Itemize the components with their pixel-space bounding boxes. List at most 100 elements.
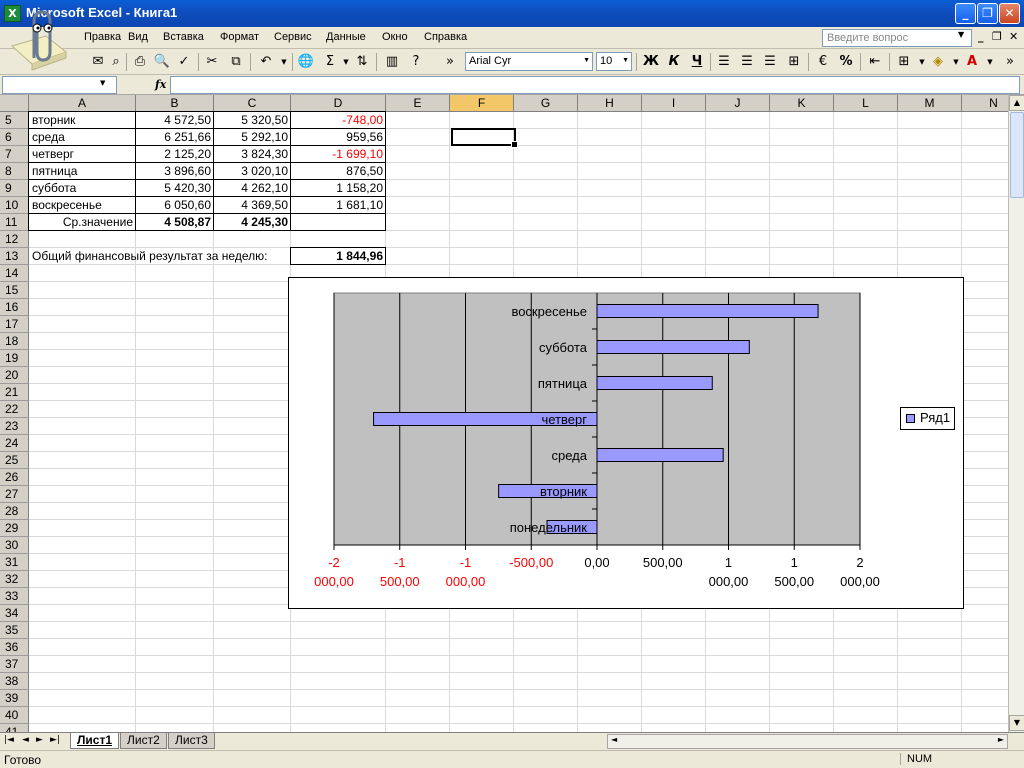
- row-header-24[interactable]: 24: [0, 435, 29, 452]
- tab-sheet3[interactable]: Лист3: [168, 733, 215, 749]
- row-header-18[interactable]: 18: [0, 333, 29, 350]
- row-header-39[interactable]: 39: [0, 690, 29, 707]
- cell-average-expense[interactable]: 4 245,30: [214, 214, 291, 231]
- cell-income[interactable]: 6 251,66: [136, 129, 214, 146]
- column-header-b[interactable]: B: [136, 95, 214, 112]
- font-size-select[interactable]: 10 ▼: [596, 52, 632, 71]
- column-header-c[interactable]: C: [214, 95, 291, 112]
- active-cell-selection[interactable]: [451, 128, 518, 148]
- select-all-corner[interactable]: [0, 95, 29, 112]
- row-header-37[interactable]: 37: [0, 656, 29, 673]
- cell-expense[interactable]: 5 292,10: [214, 129, 291, 146]
- column-header-a[interactable]: A: [29, 95, 136, 112]
- minimize-button[interactable]: _: [955, 3, 976, 24]
- first-sheet-icon[interactable]: |◄: [4, 735, 14, 745]
- row-header-13[interactable]: 13: [0, 248, 29, 265]
- column-header-e[interactable]: E: [386, 95, 450, 112]
- row-header-31[interactable]: 31: [0, 554, 29, 571]
- row-header-41[interactable]: 41: [0, 724, 29, 732]
- office-assistant-icon[interactable]: [6, 6, 70, 78]
- cell-income[interactable]: 6 050,60: [136, 197, 214, 214]
- cell-total-label[interactable]: Общий финансовый результат за неделю:: [29, 248, 291, 265]
- column-header-j[interactable]: J: [706, 95, 770, 112]
- restore-button[interactable]: ❐: [977, 3, 998, 24]
- row-header-15[interactable]: 15: [0, 282, 29, 299]
- row-header-23[interactable]: 23: [0, 418, 29, 435]
- column-header-d[interactable]: D: [291, 95, 386, 112]
- copy-icon[interactable]: ⧉: [226, 52, 246, 72]
- cell-average-label[interactable]: Ср.значение: [29, 214, 136, 231]
- row-header-29[interactable]: 29: [0, 520, 29, 537]
- cell-expense[interactable]: 4 369,50: [214, 197, 291, 214]
- vertical-scrollbar[interactable]: ▲ ▼: [1008, 95, 1024, 732]
- formula-input[interactable]: [170, 76, 1020, 94]
- column-header-k[interactable]: K: [770, 95, 834, 112]
- cell-expense[interactable]: 3 824,30: [214, 146, 291, 163]
- insert-function-icon[interactable]: fx: [155, 78, 166, 91]
- cell-result[interactable]: 959,56: [291, 129, 386, 146]
- menu-window[interactable]: Окно: [382, 31, 408, 43]
- borders-icon[interactable]: ⊞: [894, 52, 914, 72]
- tab-sheet1[interactable]: Лист1: [70, 733, 120, 749]
- prev-sheet-icon[interactable]: ◄: [22, 735, 29, 745]
- column-header-m[interactable]: M: [898, 95, 962, 112]
- column-header-g[interactable]: G: [514, 95, 578, 112]
- underline-button[interactable]: Ч: [687, 52, 707, 72]
- cell-day[interactable]: среда: [29, 129, 136, 146]
- row-header-32[interactable]: 32: [0, 571, 29, 588]
- menu-tools[interactable]: Сервис: [274, 31, 312, 43]
- cut-icon[interactable]: ✂: [202, 52, 222, 72]
- hyperlink-icon[interactable]: 🌐: [296, 52, 316, 72]
- row-header-38[interactable]: 38: [0, 673, 29, 690]
- column-header-f[interactable]: F: [450, 95, 514, 112]
- chevron-down-icon[interactable]: ▼: [980, 52, 1000, 72]
- decrease-indent-icon[interactable]: ⇤: [865, 52, 885, 72]
- menu-edit[interactable]: Правка: [84, 31, 121, 43]
- row-header-22[interactable]: 22: [0, 401, 29, 418]
- row-header-36[interactable]: 36: [0, 639, 29, 656]
- column-header-n[interactable]: N: [962, 95, 1008, 112]
- column-header-l[interactable]: L: [834, 95, 898, 112]
- row-header-17[interactable]: 17: [0, 316, 29, 333]
- column-header-h[interactable]: H: [578, 95, 642, 112]
- scroll-down-icon[interactable]: ▼: [1009, 715, 1024, 731]
- search-icon[interactable]: ⌕: [106, 52, 126, 72]
- cell-income[interactable]: 5 420,30: [136, 180, 214, 197]
- row-header-26[interactable]: 26: [0, 469, 29, 486]
- menu-insert[interactable]: Вставка: [163, 31, 204, 43]
- percent-button[interactable]: %: [836, 52, 856, 72]
- currency-icon[interactable]: €: [813, 52, 833, 72]
- worksheet-grid[interactable]: ABCDEFGHIJKLMN 5 6 7 8 9 10 11 12 13 14 15 16 17 18 19…: [0, 95, 1008, 732]
- row-header-7[interactable]: 7: [0, 146, 29, 163]
- row-header-6[interactable]: 6: [0, 129, 29, 146]
- cell-day[interactable]: воскресенье: [29, 197, 136, 214]
- row-header-12[interactable]: 12: [0, 231, 29, 248]
- cell-expense[interactable]: 5 320,50: [214, 112, 291, 129]
- italic-button[interactable]: К: [664, 52, 684, 72]
- undo-icon[interactable]: ↶: [256, 52, 276, 72]
- row-header-35[interactable]: 35: [0, 622, 29, 639]
- align-left-icon[interactable]: ☰: [714, 52, 734, 72]
- row-header-11[interactable]: 11: [0, 214, 29, 231]
- cell-average-income[interactable]: 4 508,87: [136, 214, 214, 231]
- row-header-8[interactable]: 8: [0, 163, 29, 180]
- bold-button[interactable]: Ж: [641, 52, 661, 72]
- menu-view[interactable]: Вид: [128, 31, 148, 43]
- chart-legend[interactable]: Ряд1: [900, 407, 955, 430]
- cell-total-value[interactable]: 1 844,96: [291, 248, 386, 265]
- row-header-14[interactable]: 14: [0, 265, 29, 282]
- cell-result[interactable]: 1 158,20: [291, 180, 386, 197]
- chevron-down-icon[interactable]: ▼: [100, 79, 105, 87]
- scroll-right-icon[interactable]: ►: [998, 735, 1004, 744]
- menu-data[interactable]: Данные: [326, 31, 366, 43]
- cell-day[interactable]: четверг: [29, 146, 136, 163]
- align-right-icon[interactable]: ☰: [760, 52, 780, 72]
- row-header-34[interactable]: 34: [0, 605, 29, 622]
- cell-result[interactable]: 1 681,10: [291, 197, 386, 214]
- cell-result[interactable]: 876,50: [291, 163, 386, 180]
- column-header-i[interactable]: I: [642, 95, 706, 112]
- scroll-up-icon[interactable]: ▲: [1009, 95, 1024, 111]
- close-button[interactable]: ✕: [999, 3, 1020, 24]
- row-header-40[interactable]: 40: [0, 707, 29, 724]
- spelling-icon[interactable]: ✓: [174, 52, 194, 72]
